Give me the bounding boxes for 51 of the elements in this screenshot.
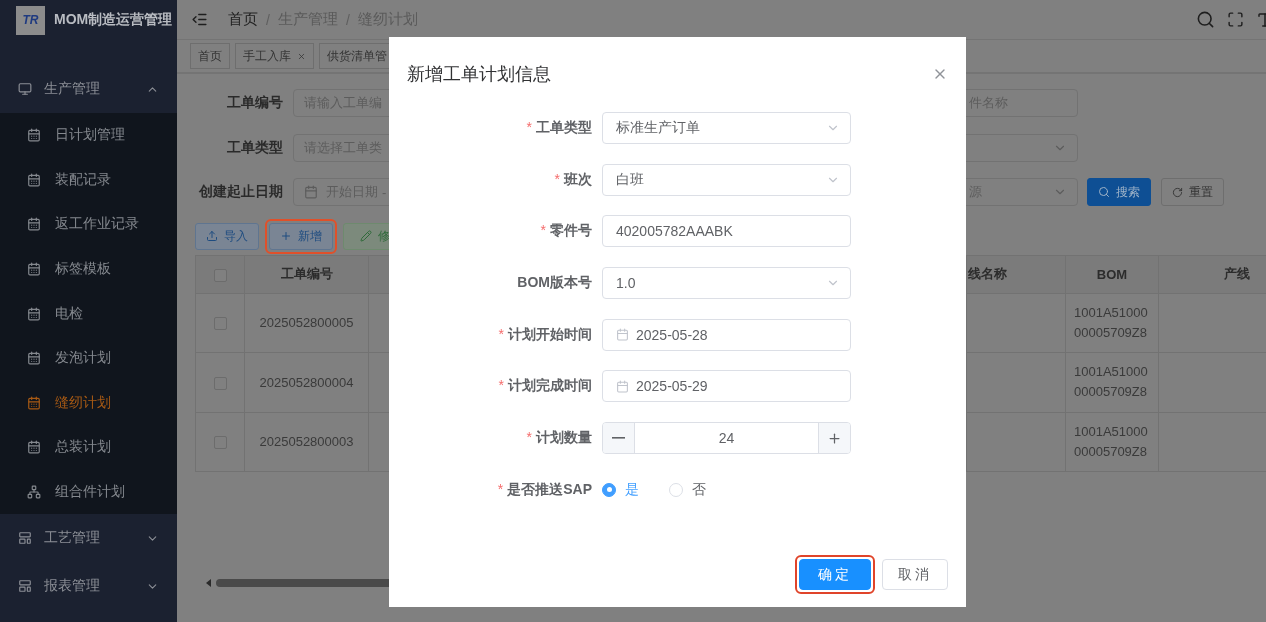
field-label: * 零件号: [539, 222, 592, 241]
number-field[interactable]: 24: [602, 422, 851, 455]
menu-item[interactable]: 发泡计划: [0, 335, 177, 381]
table-cell: 2025052800004: [244, 352, 369, 412]
breadcrumb-link[interactable]: 首页: [228, 10, 258, 29]
table-cell: 2025052800005: [244, 293, 369, 353]
app-title: MOM制造运营管理: [54, 11, 173, 29]
search-button[interactable]: 搜索: [1087, 178, 1151, 206]
breadcrumb-separator: /: [266, 11, 270, 28]
field-label: * 工单类型: [525, 119, 592, 137]
table-cell-text: 1001A5100000005709Z8: [1074, 422, 1149, 461]
date-field[interactable]: 2025-05-28: [602, 318, 851, 351]
confirm-button[interactable]: 确定: [799, 559, 871, 590]
column-header: BOM: [1065, 255, 1159, 293]
field-label: * 是否推送SAP: [496, 480, 592, 499]
table-cell: 2025052800003: [244, 412, 369, 472]
field-label: 创建起止日期: [198, 183, 283, 201]
menu-item[interactable]: 标签模板: [0, 246, 177, 292]
field-label: * 计划完成时间: [497, 377, 592, 396]
menu-item[interactable]: 组合件计划: [0, 469, 177, 515]
radio-option[interactable]: 否: [669, 480, 706, 499]
menu-item[interactable]: 装配记录: [0, 157, 177, 203]
select-field[interactable]: 1.0: [602, 267, 851, 300]
text-field[interactable]: 402005782AAABK: [602, 215, 851, 248]
menu-item[interactable]: 缝纫计划: [0, 380, 177, 426]
column-header: 产线: [1158, 255, 1266, 293]
field-label: BOM版本号: [516, 274, 592, 293]
page-tab[interactable]: 手工入库: [235, 43, 314, 69]
menu-item[interactable]: 返工作业记录: [0, 202, 177, 247]
breadcrumb-separator: /: [345, 11, 350, 28]
field-label: * 班次: [553, 170, 592, 189]
menu-item[interactable]: 日计划管理: [0, 113, 177, 158]
menu-item[interactable]: 总装计划: [0, 425, 177, 470]
column-header: 线名称: [966, 255, 1066, 293]
table-cell-text: 1001A5100000005709Z8: [1074, 303, 1149, 342]
field-label: * 计划开始时间: [497, 325, 592, 344]
radio-option[interactable]: 是: [602, 480, 639, 499]
field-label: 工单类型: [226, 138, 283, 157]
select-field[interactable]: 标准生产订单: [602, 112, 851, 144]
reset-button[interactable]: 重置: [1161, 178, 1224, 206]
cancel-button[interactable]: 取消: [882, 559, 948, 590]
select-field[interactable]: 白班: [602, 163, 851, 196]
menu-item[interactable]: 电检: [0, 291, 177, 336]
date-field[interactable]: 2025-05-29: [602, 370, 851, 403]
logo: TR: [16, 5, 45, 35]
table-cell-text: 1001A5100000005709Z8: [1074, 363, 1149, 402]
field-label: 工单编号: [226, 94, 283, 112]
field-label: * 计划数量: [525, 429, 592, 448]
dialog-title: 新增工单计划信息: [407, 62, 551, 86]
column-header: 工单编号: [244, 255, 369, 293]
page-tab[interactable]: 首页: [190, 43, 230, 69]
